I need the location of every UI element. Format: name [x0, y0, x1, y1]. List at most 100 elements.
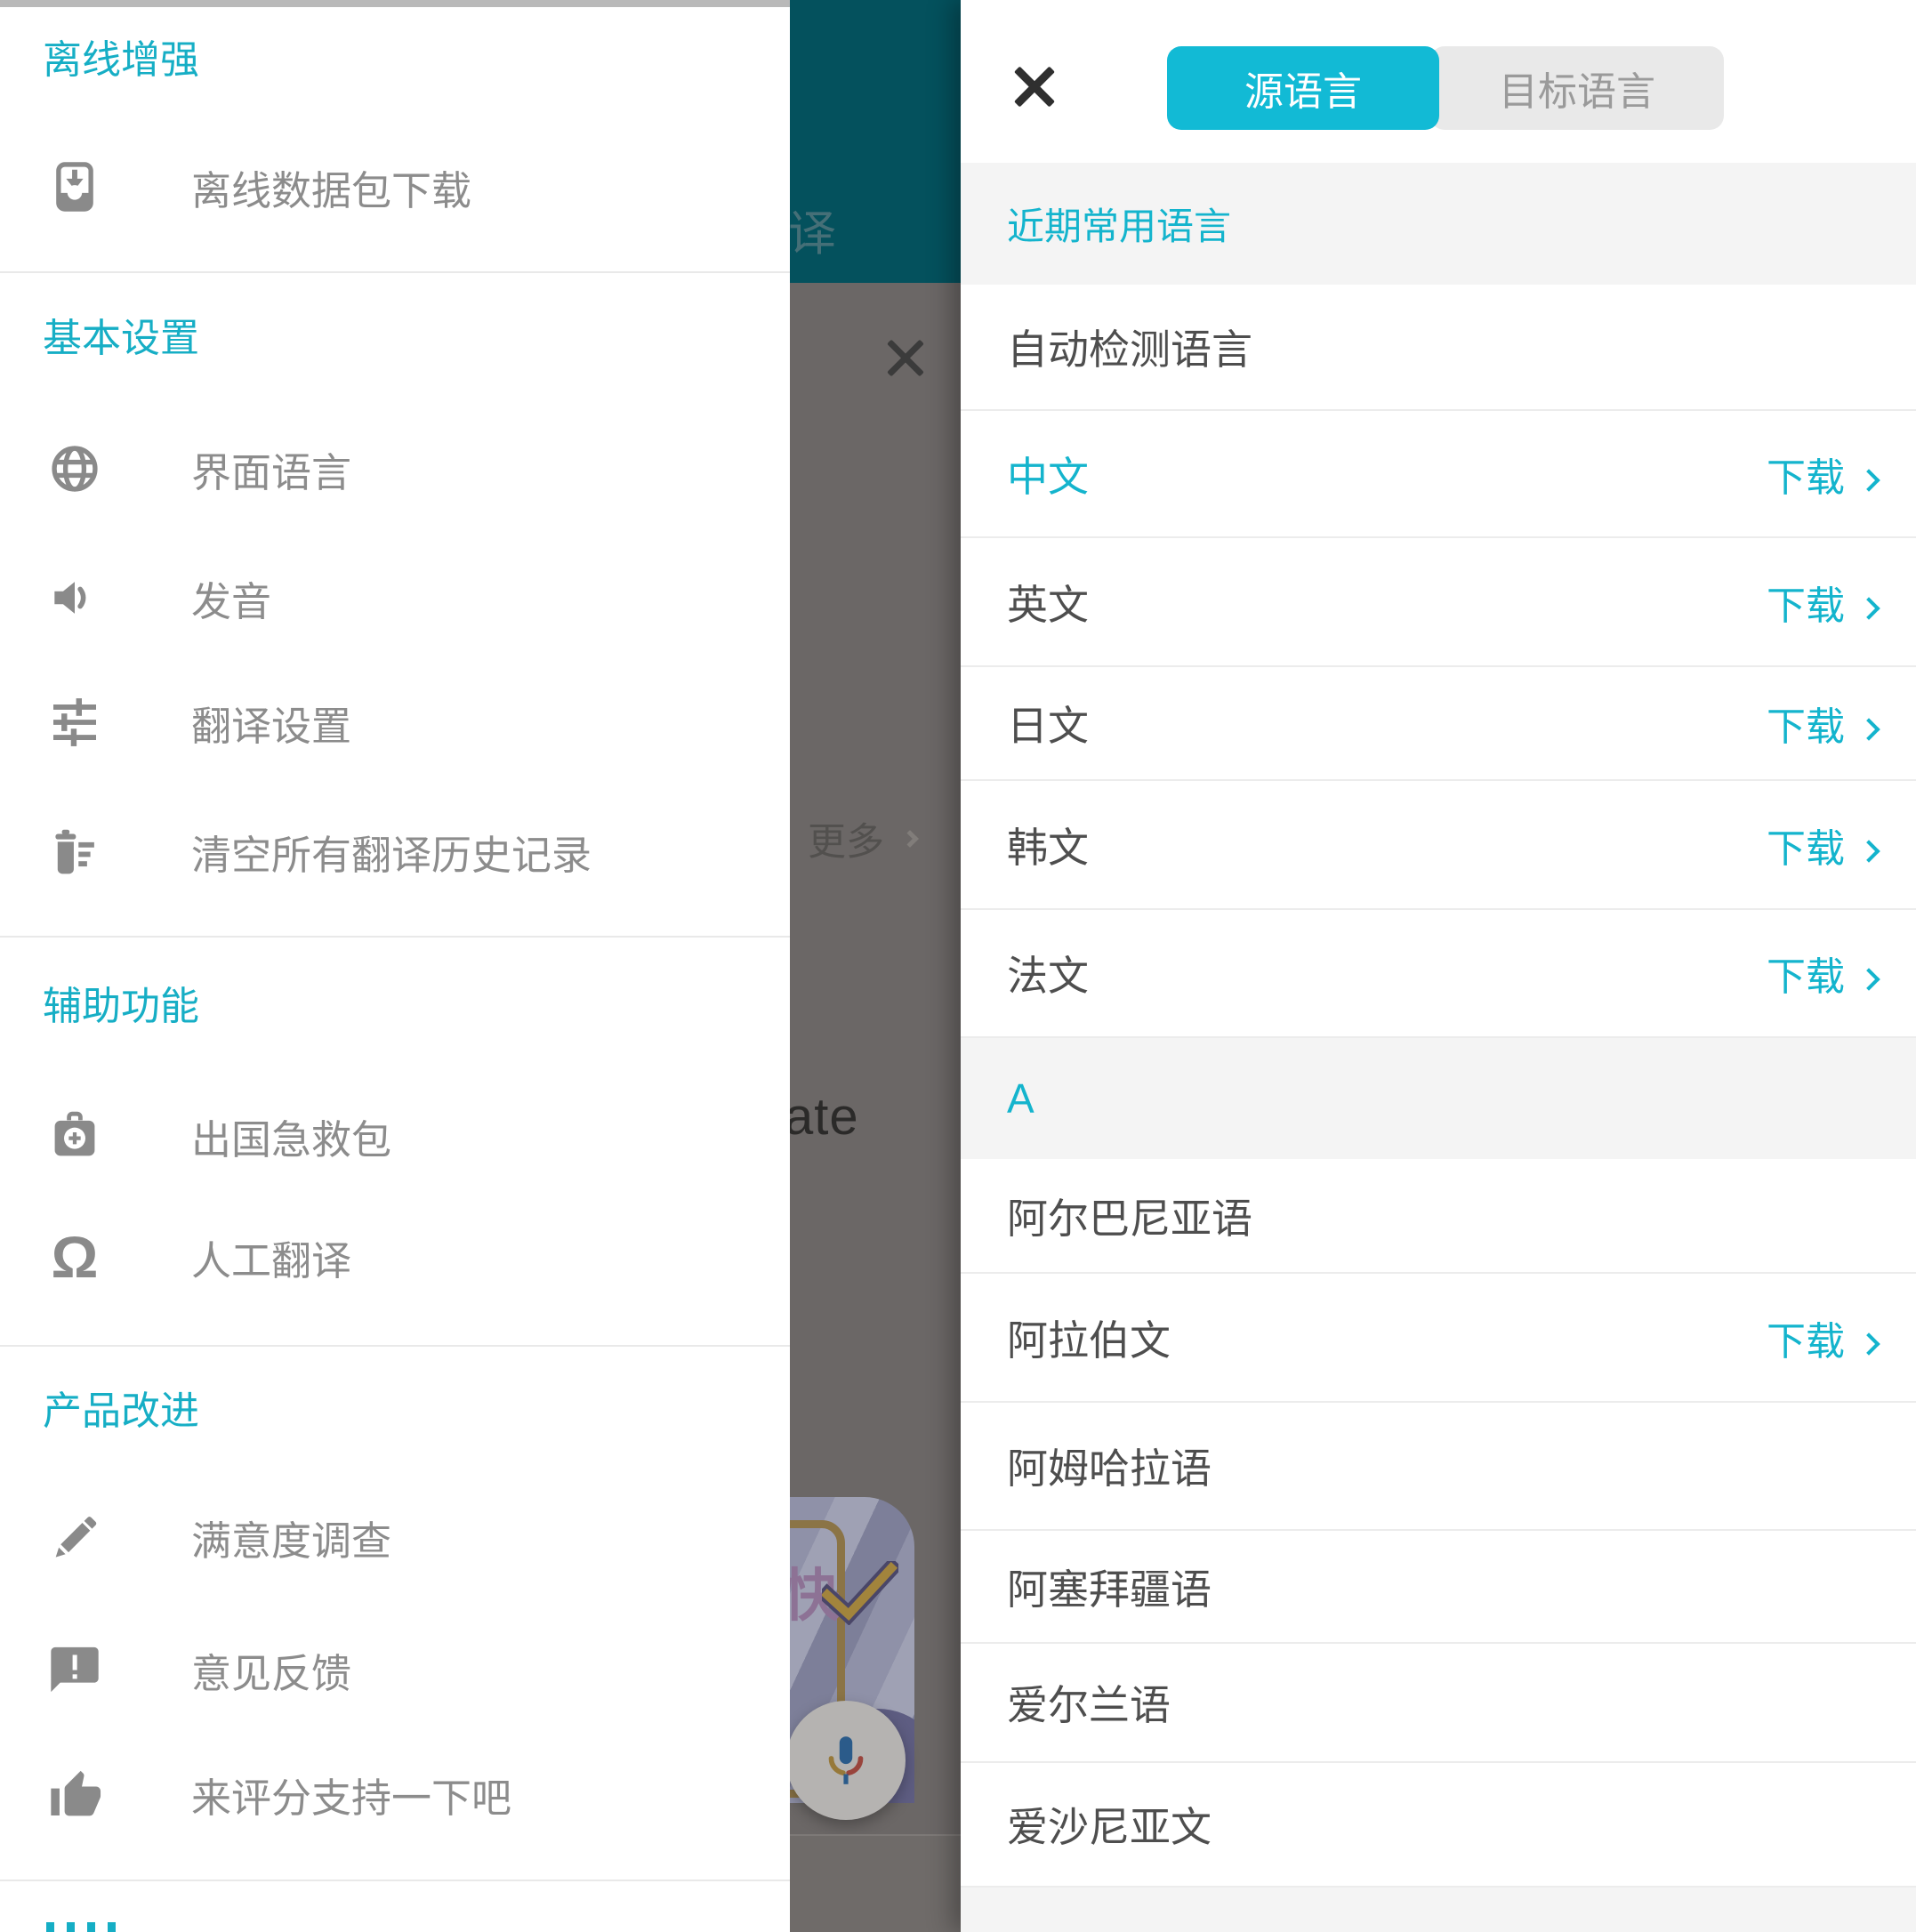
download-link[interactable]: 下载	[1767, 817, 1877, 873]
divider	[0, 271, 790, 273]
download-label: 下载	[1767, 945, 1877, 1002]
language-tabs: 目标语言 源语言	[1167, 46, 1724, 130]
language-row-azerbaijani[interactable]: 阿塞拜疆语	[961, 1531, 1916, 1644]
menu-item-travel-kit[interactable]: 出国急救包	[0, 1081, 790, 1191]
chevron-right-icon	[901, 830, 919, 848]
status-bar	[0, 0, 790, 7]
language-picker-panel: 目标语言 源语言 近期常用语言 自动检测语言 中文 下载 英文 下载 日文 下载	[961, 0, 1916, 1932]
underlay-bottom-bar	[790, 1834, 961, 1932]
language-row-chinese[interactable]: 中文 下载	[961, 411, 1916, 538]
language-label: 阿姆哈拉语	[1007, 1437, 1212, 1495]
download-label: 下载	[1767, 695, 1877, 752]
language-label: 爱尔兰语	[1007, 1673, 1171, 1732]
underlay-more-link: 更多	[808, 811, 916, 866]
menu-item-label: 界面语言	[191, 440, 351, 498]
person-icon: Ω	[46, 1228, 103, 1285]
letter-label: A	[1007, 1075, 1034, 1123]
first-aid-kit-icon	[46, 1107, 103, 1164]
download-link[interactable]: 下载	[1767, 574, 1877, 631]
section-heading-offline: 离线增强	[43, 34, 199, 87]
language-row-auto-detect[interactable]: 自动检测语言	[961, 285, 1916, 411]
language-list: 自动检测语言 中文 下载 英文 下载 日文 下载 韩文 下载 法文 下载	[961, 285, 1916, 1932]
language-label: 英文	[1007, 573, 1089, 632]
next-section-band	[961, 1888, 1916, 1932]
thumbs-up-icon	[46, 1766, 103, 1823]
download-label: 下载	[1767, 446, 1877, 503]
language-row-english[interactable]: 英文 下载	[961, 538, 1916, 667]
menu-item-offline-download[interactable]: 离线数据包下载	[0, 132, 790, 242]
menu-item-interface-language[interactable]: 界面语言	[0, 414, 790, 524]
letter-section-header: A	[961, 1038, 1916, 1159]
feedback-icon	[46, 1641, 103, 1698]
language-label: 法文	[1007, 944, 1089, 1002]
more-label: 更多	[808, 811, 884, 866]
language-row-arabic[interactable]: 阿拉伯文 下载	[961, 1274, 1916, 1403]
language-row-french[interactable]: 法文 下载	[961, 910, 1916, 1038]
menu-item-label: 出国急救包	[191, 1107, 391, 1165]
app-header-underlay: 翻译	[790, 0, 961, 283]
language-label: 自动检测语言	[1007, 318, 1252, 376]
download-label: 下载	[1767, 1309, 1877, 1366]
menu-item-rate-app[interactable]: 来评分支持一下吧	[0, 1739, 790, 1849]
language-row-estonian[interactable]: 爱沙尼亚文	[961, 1763, 1916, 1888]
language-row-albanian[interactable]: 阿尔巴尼亚语	[961, 1159, 1916, 1274]
menu-item-label: 意见反馈	[191, 1641, 351, 1699]
divider	[0, 1880, 790, 1881]
recent-languages-header: 近期常用语言	[961, 163, 1916, 285]
section-heading-improve: 产品改进	[43, 1385, 199, 1438]
header-tab-partial-label: 翻译	[790, 194, 838, 264]
tab-target-language[interactable]: 目标语言	[1430, 46, 1724, 130]
menu-item-satisfaction-survey[interactable]: 满意度调查	[0, 1482, 790, 1592]
download-link[interactable]: 下载	[1767, 1309, 1877, 1366]
menu-item-clear-history[interactable]: 清空所有翻译历史记录	[0, 796, 790, 906]
settings-drawer: 离线增强 离线数据包下载 基本设置 界面语言 发音 翻译设置	[0, 0, 790, 1932]
language-row-amharic[interactable]: 阿姆哈拉语	[961, 1403, 1916, 1531]
menu-item-human-translation[interactable]: Ω 人工翻译	[0, 1202, 790, 1312]
section-heading-basic: 基本设置	[43, 312, 199, 366]
language-label: 日文	[1007, 694, 1089, 753]
language-label: 中文	[1007, 445, 1089, 503]
menu-item-label: 人工翻译	[191, 1228, 351, 1286]
translation-app-screen: 离线增强 离线数据包下载 基本设置 界面语言 发音 翻译设置	[0, 0, 1916, 1932]
download-link[interactable]: 下载	[1767, 446, 1877, 503]
language-label: 阿尔巴尼亚语	[1007, 1187, 1252, 1245]
menu-item-translate-settings[interactable]: 翻译设置	[0, 667, 790, 777]
download-link[interactable]: 下载	[1767, 945, 1877, 1002]
underlay-close-icon	[886, 338, 925, 377]
recent-heading-label: 近期常用语言	[1007, 197, 1231, 251]
menu-item-feedback[interactable]: 意见反馈	[0, 1614, 790, 1725]
download-label: 下载	[1767, 574, 1877, 631]
speaker-icon	[46, 569, 103, 626]
dimmed-underlay: 翻译 更多 ate 快	[790, 0, 961, 1932]
trash-sweep-icon	[46, 823, 103, 880]
tab-source-language[interactable]: 源语言	[1167, 46, 1439, 130]
download-link[interactable]: 下载	[1767, 695, 1877, 752]
divider	[0, 1345, 790, 1347]
language-label: 阿塞拜疆语	[1007, 1558, 1212, 1616]
menu-item-label: 发音	[191, 569, 271, 627]
menu-item-label: 满意度调查	[191, 1509, 391, 1566]
check-mark-icon	[822, 1561, 898, 1625]
language-row-korean[interactable]: 韩文 下载	[961, 781, 1916, 910]
clipped-section-heading	[46, 1922, 116, 1932]
menu-item-label: 离线数据包下载	[191, 158, 471, 216]
sliders-icon	[46, 694, 103, 751]
download-label: 下载	[1767, 817, 1877, 873]
menu-item-pronunciation[interactable]: 发音	[0, 543, 790, 653]
language-label: 爱沙尼亚文	[1007, 1795, 1212, 1854]
language-label: 阿拉伯文	[1007, 1308, 1171, 1367]
language-row-irish[interactable]: 爱尔兰语	[961, 1644, 1916, 1763]
close-icon[interactable]	[1012, 64, 1057, 109]
menu-item-label: 来评分支持一下吧	[191, 1766, 511, 1823]
underlay-partial-word: ate	[790, 1087, 859, 1147]
section-heading-assist: 辅助功能	[43, 980, 199, 1034]
menu-item-label: 清空所有翻译历史记录	[191, 823, 592, 881]
divider	[0, 936, 790, 938]
menu-item-label: 翻译设置	[191, 694, 351, 752]
language-row-japanese[interactable]: 日文 下载	[961, 667, 1916, 781]
globe-icon	[46, 440, 103, 497]
language-label: 韩文	[1007, 816, 1089, 874]
pencil-icon	[46, 1509, 103, 1566]
download-box-icon	[46, 158, 103, 215]
voice-input-button	[790, 1701, 906, 1820]
